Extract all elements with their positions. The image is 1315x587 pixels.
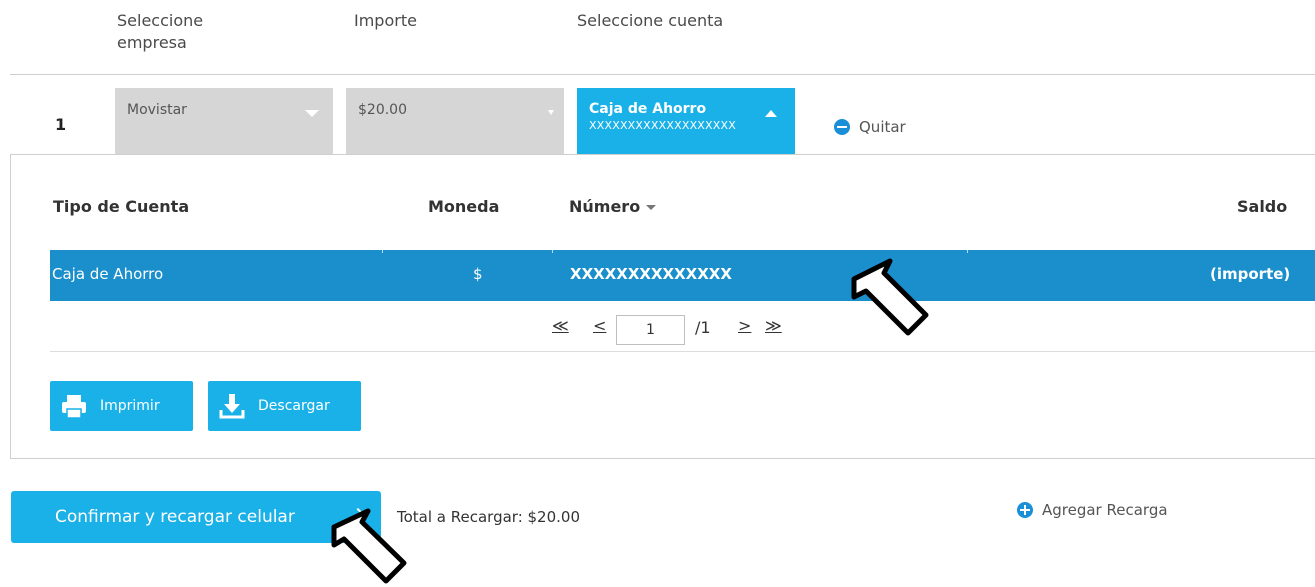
recharge-total: Total a Recargar: $20.00 [397, 508, 581, 526]
chevron-down-icon [548, 110, 554, 115]
column-header-number-label: Número [569, 197, 641, 216]
account-select-type: Caja de Ahorro [589, 101, 707, 117]
add-recharge-button[interactable]: Agregar Recarga [1017, 501, 1168, 519]
header-divider [10, 74, 1315, 75]
first-page-link[interactable]: ≪ [552, 316, 569, 335]
cell-account-number: XXXXXXXXXXXXXX [570, 265, 732, 283]
confirm-recharge-label: Confirmar y recargar celular [55, 507, 295, 527]
cell-account-type: Caja de Ahorro [52, 265, 164, 283]
printer-icon [60, 392, 88, 420]
company-select-value: Movistar [127, 102, 187, 118]
download-icon [218, 392, 246, 420]
sort-down-icon [646, 205, 657, 210]
column-header-balance: Saldo [1237, 197, 1288, 216]
account-select[interactable]: Caja de Ahorro XXXXXXXXXXXXXXXXXXX [577, 88, 795, 154]
amount-select[interactable]: $20.00 [346, 88, 564, 154]
download-button[interactable]: Descargar [208, 381, 361, 431]
column-separator [382, 250, 383, 253]
cell-currency: $ [473, 265, 483, 283]
remove-recharge-label: Quitar [859, 118, 906, 136]
pointer-cursor-icon [331, 508, 407, 584]
confirm-recharge-button[interactable]: Confirmar y recargar celular [11, 491, 381, 543]
last-page-link[interactable]: ≫ [765, 316, 782, 335]
page-number-input[interactable] [616, 315, 685, 345]
company-select[interactable]: Movistar [115, 88, 333, 154]
next-page-link[interactable]: > [738, 316, 751, 335]
chevron-down-icon [305, 110, 319, 117]
row-number: 1 [55, 115, 67, 134]
pagination-divider [50, 351, 1315, 352]
remove-recharge-button[interactable]: Quitar [834, 118, 906, 136]
print-button[interactable]: Imprimir [50, 381, 193, 431]
total-pages: /1 [695, 318, 711, 337]
account-select-number: XXXXXXXXXXXXXXXXXXX [589, 119, 736, 132]
chevron-up-icon [765, 110, 777, 117]
account-dropdown-panel [10, 154, 1315, 459]
prev-page-link[interactable]: < [593, 316, 606, 335]
column-header-number[interactable]: Número [569, 197, 657, 216]
cell-balance: (importe) [1210, 265, 1291, 283]
column-separator [967, 250, 968, 253]
column-separator [552, 250, 553, 253]
add-recharge-label: Agregar Recarga [1042, 501, 1168, 519]
pointer-cursor-icon [851, 258, 929, 336]
plus-circle-icon [1017, 502, 1033, 518]
amount-select-value: $20.00 [358, 102, 407, 118]
download-button-label: Descargar [258, 398, 330, 414]
table-row[interactable]: Caja de Ahorro $ XXXXXXXXXXXXXX (importe… [50, 250, 1315, 301]
minus-circle-icon [834, 119, 850, 135]
header-select-company: Seleccione empresa [117, 11, 204, 52]
header-amount: Importe [354, 11, 417, 30]
print-button-label: Imprimir [100, 398, 160, 414]
column-header-account-type: Tipo de Cuenta [53, 197, 190, 216]
column-header-currency: Moneda [428, 197, 500, 216]
header-select-account: Seleccione cuenta [577, 11, 724, 30]
